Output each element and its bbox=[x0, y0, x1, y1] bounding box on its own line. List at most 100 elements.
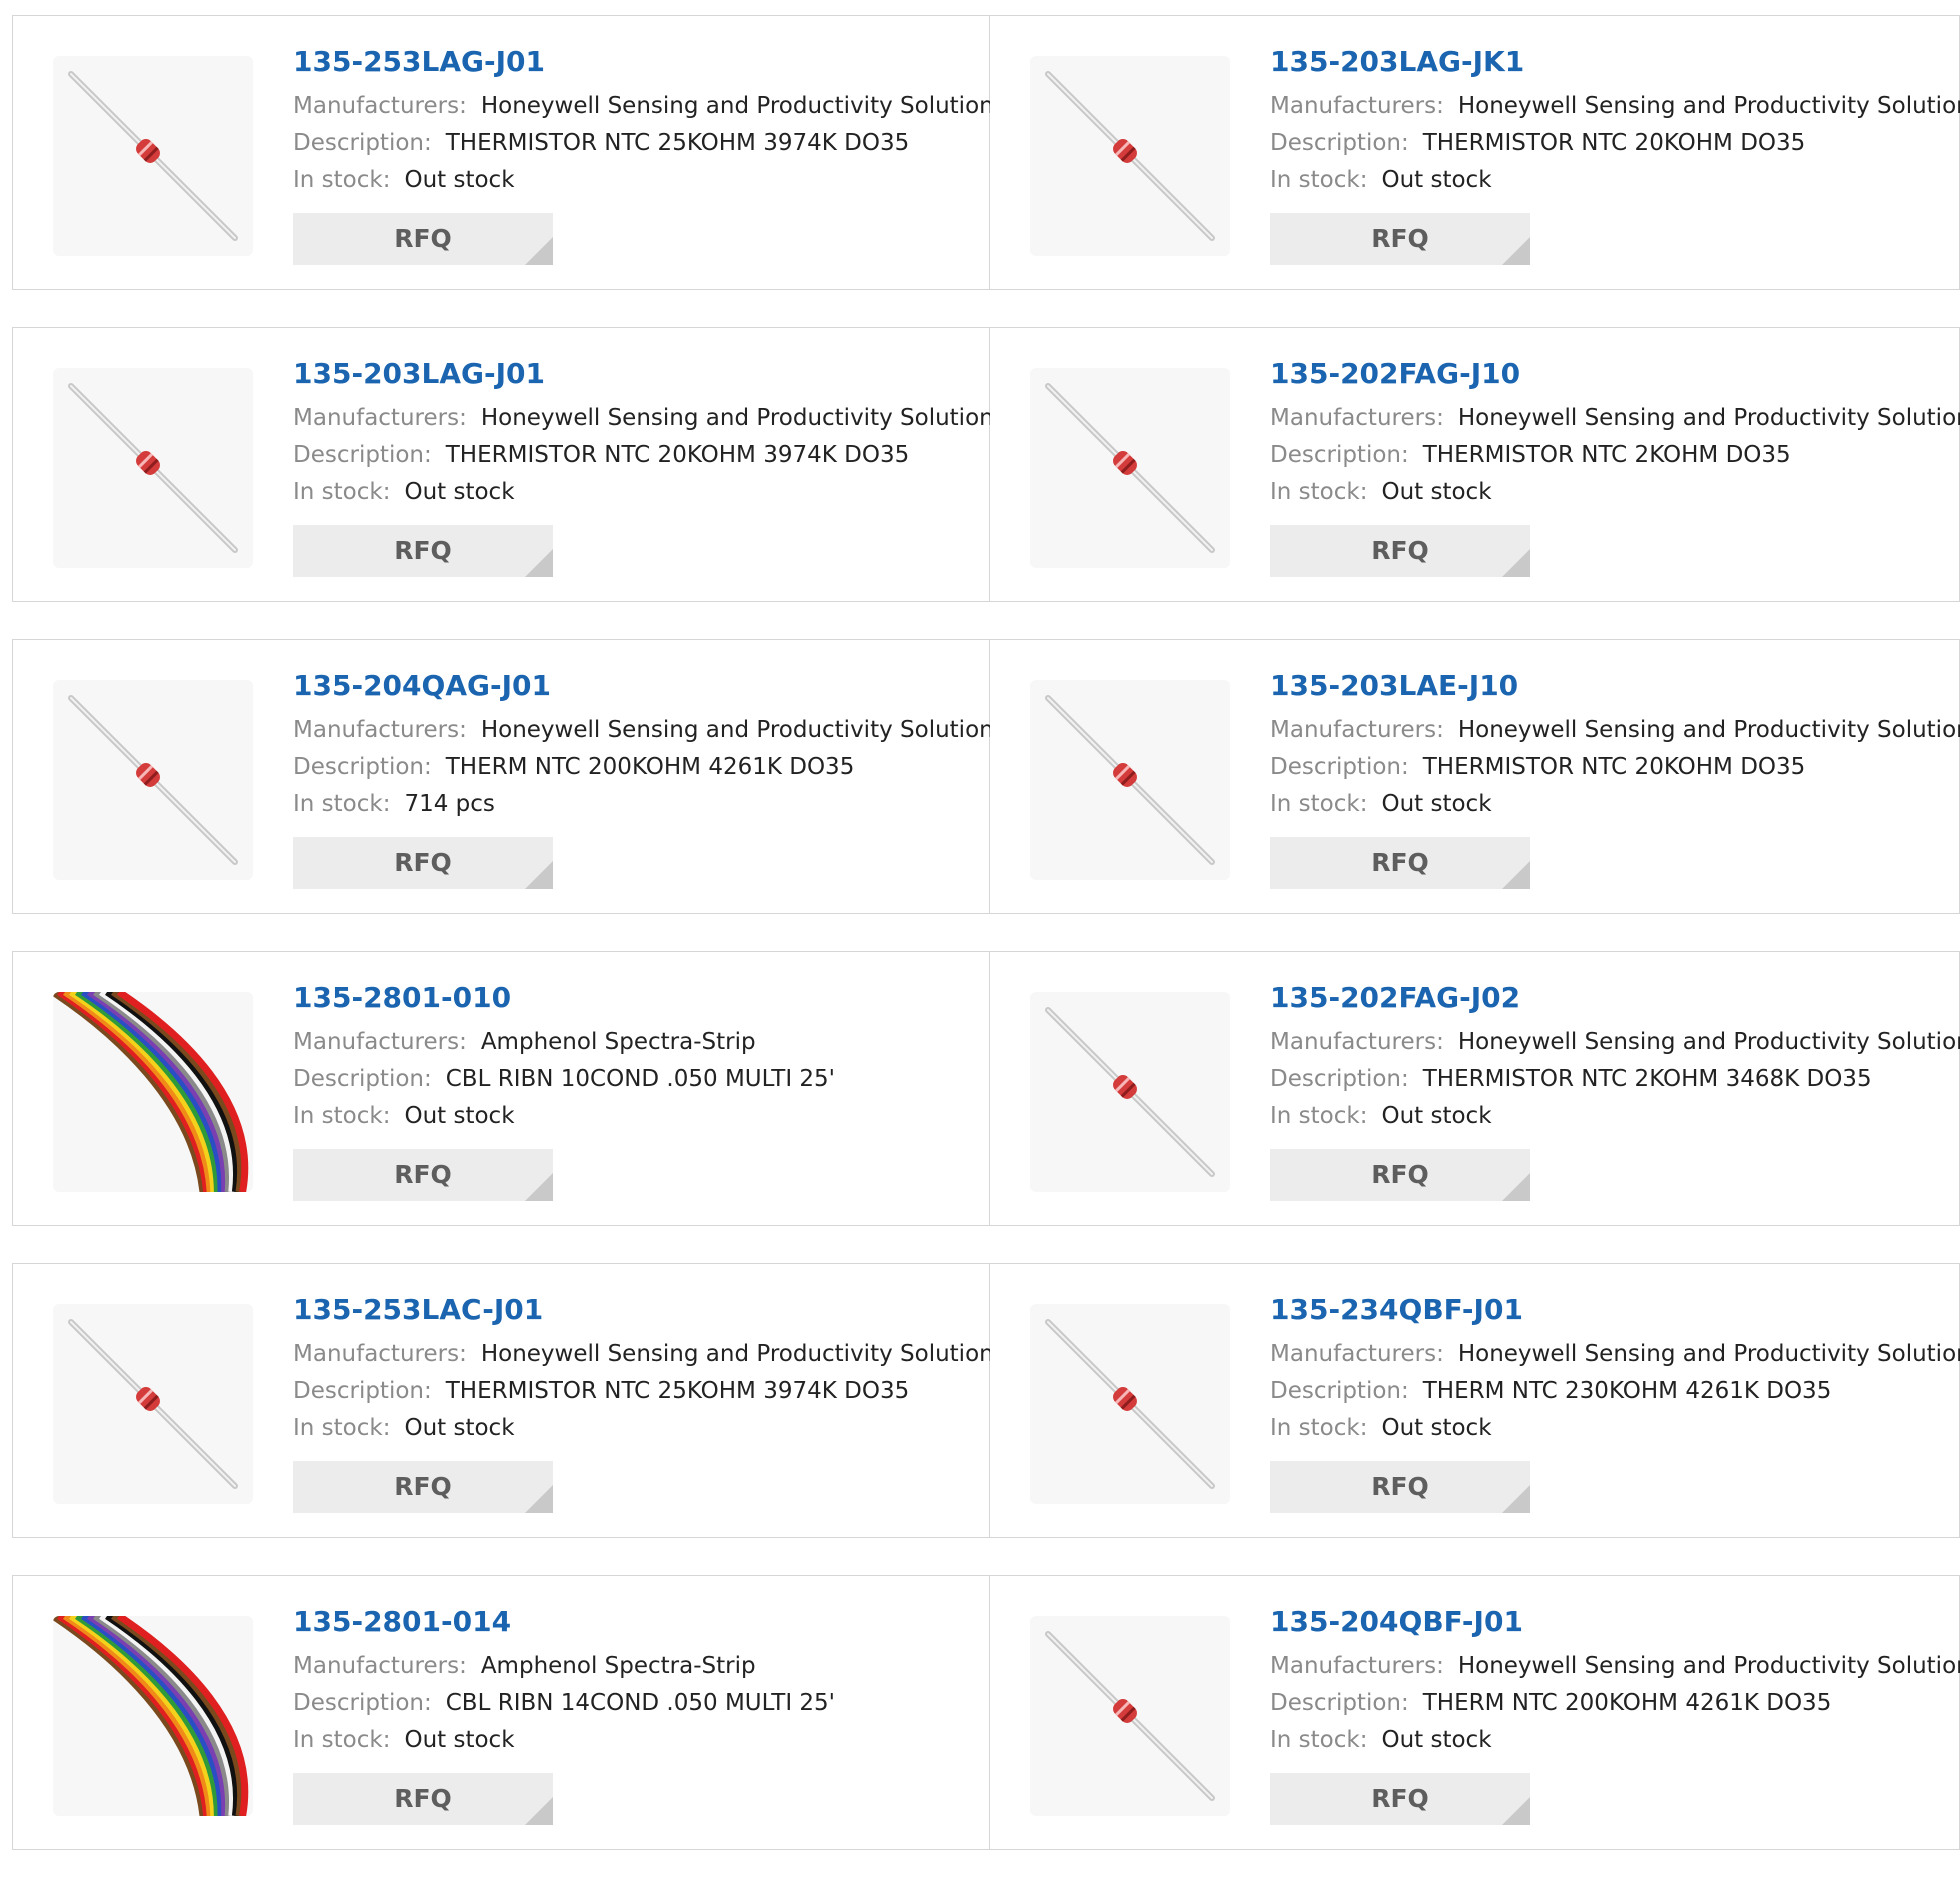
description-label: Description: bbox=[1270, 442, 1409, 468]
rfq-button[interactable]: RFQ bbox=[1270, 1149, 1530, 1201]
description-row: Description: THERMISTOR NTC 25KOHM 3974K … bbox=[293, 1373, 1006, 1410]
product-image[interactable] bbox=[53, 368, 253, 568]
description-value: CBL RIBN 10COND .050 MULTI 25' bbox=[445, 1066, 836, 1092]
stock-label: In stock: bbox=[293, 1103, 391, 1129]
part-number-link[interactable]: 135-202FAG-J02 bbox=[1270, 980, 1960, 1016]
description-label: Description: bbox=[1270, 130, 1409, 156]
stock-value: Out stock bbox=[404, 167, 515, 193]
stock-row: In stock: Out stock bbox=[293, 162, 1006, 199]
manufacturer-value: Honeywell Sensing and Productivity Solut… bbox=[480, 717, 1006, 743]
corner-triangle-icon bbox=[525, 1797, 553, 1825]
part-number-link[interactable]: 135-253LAG-J01 bbox=[293, 44, 1006, 80]
product-info: 135-253LAC-J01 Manufacturers: Honeywell S… bbox=[293, 1292, 1006, 1513]
product-image[interactable] bbox=[1030, 1616, 1230, 1816]
description-label: Description: bbox=[1270, 754, 1409, 780]
manufacturer-label: Manufacturers: bbox=[1270, 405, 1444, 431]
stock-row: In stock: Out stock bbox=[1270, 162, 1960, 199]
manufacturer-label: Manufacturers: bbox=[1270, 1029, 1444, 1055]
product-row: 135-204QAG-J01 Manufacturers: Honeywell S… bbox=[12, 639, 1960, 914]
stock-label: In stock: bbox=[1270, 791, 1368, 817]
rfq-label: RFQ bbox=[1371, 224, 1429, 253]
description-label: Description: bbox=[293, 1378, 432, 1404]
stock-value: Out stock bbox=[404, 1103, 515, 1129]
description-row: Description: CBL RIBN 10COND .050 MULTI 2… bbox=[293, 1061, 835, 1098]
stock-label: In stock: bbox=[1270, 1415, 1368, 1441]
product-image[interactable] bbox=[53, 992, 253, 1192]
product-image[interactable] bbox=[53, 680, 253, 880]
manufacturer-value: Honeywell Sensing and Productivity Solut… bbox=[1457, 717, 1960, 743]
manufacturer-value: Honeywell Sensing and Productivity Solut… bbox=[1457, 405, 1960, 431]
ribbon-cable-icon bbox=[53, 1616, 249, 1816]
stock-row: In stock: Out stock bbox=[293, 1098, 835, 1135]
description-value: THERMISTOR NTC 20KOHM DO35 bbox=[1422, 754, 1806, 780]
product-image[interactable] bbox=[1030, 680, 1230, 880]
product-row: 135-253LAC-J01 Manufacturers: Honeywell S… bbox=[12, 1263, 1960, 1538]
product-card: 135-253LAG-J01 Manufacturers: Honeywell S… bbox=[12, 15, 1006, 290]
manufacturer-row: Manufacturers: Amphenol Spectra-Strip bbox=[293, 1024, 835, 1061]
rfq-button[interactable]: RFQ bbox=[1270, 1461, 1530, 1513]
thermistor-icon bbox=[68, 695, 238, 865]
corner-triangle-icon bbox=[525, 1485, 553, 1513]
stock-row: In stock: Out stock bbox=[1270, 1722, 1960, 1759]
product-card: 135-203LAG-J01 Manufacturers: Honeywell S… bbox=[12, 327, 1006, 602]
part-number-link[interactable]: 135-203LAG-J01 bbox=[293, 356, 1006, 392]
stock-value: 714 pcs bbox=[404, 791, 495, 817]
product-row: 135-203LAG-J01 Manufacturers: Honeywell S… bbox=[12, 327, 1960, 602]
corner-triangle-icon bbox=[1502, 1173, 1530, 1201]
product-info: 135-203LAG-JK1 Manufacturers: Honeywell S… bbox=[1270, 44, 1960, 265]
part-number-link[interactable]: 135-204QAG-J01 bbox=[293, 668, 1006, 704]
rfq-button[interactable]: RFQ bbox=[1270, 1773, 1530, 1825]
part-number-link[interactable]: 135-203LAE-J10 bbox=[1270, 668, 1960, 704]
rfq-button[interactable]: RFQ bbox=[1270, 525, 1530, 577]
rfq-button[interactable]: RFQ bbox=[1270, 837, 1530, 889]
manufacturer-row: Manufacturers: Honeywell Sensing and Prod… bbox=[1270, 712, 1960, 749]
product-image[interactable] bbox=[1030, 368, 1230, 568]
product-info: 135-234QBF-J01 Manufacturers: Honeywell S… bbox=[1270, 1292, 1960, 1513]
product-info: 135-2801-010 Manufacturers: Amphenol Spec… bbox=[293, 980, 835, 1201]
part-number-link[interactable]: 135-253LAC-J01 bbox=[293, 1292, 1006, 1328]
manufacturer-label: Manufacturers: bbox=[293, 1341, 467, 1367]
product-image[interactable] bbox=[53, 1304, 253, 1504]
corner-triangle-icon bbox=[1502, 1797, 1530, 1825]
product-card: 135-2801-014 Manufacturers: Amphenol Spec… bbox=[12, 1575, 990, 1850]
product-info: 135-204QBF-J01 Manufacturers: Honeywell S… bbox=[1270, 1604, 1960, 1825]
thermistor-icon bbox=[1045, 383, 1215, 553]
part-number-link[interactable]: 135-234QBF-J01 bbox=[1270, 1292, 1960, 1328]
manufacturer-value: Amphenol Spectra-Strip bbox=[480, 1653, 756, 1679]
stock-row: In stock: 714 pcs bbox=[293, 786, 1006, 823]
rfq-button[interactable]: RFQ bbox=[1270, 213, 1530, 265]
corner-triangle-icon bbox=[525, 1173, 553, 1201]
product-info: 135-203LAE-J10 Manufacturers: Honeywell S… bbox=[1270, 668, 1960, 889]
part-number-link[interactable]: 135-202FAG-J10 bbox=[1270, 356, 1960, 392]
part-number-link[interactable]: 135-203LAG-JK1 bbox=[1270, 44, 1960, 80]
product-image[interactable] bbox=[1030, 1304, 1230, 1504]
product-image[interactable] bbox=[1030, 56, 1230, 256]
product-image[interactable] bbox=[53, 56, 253, 256]
thermistor-icon bbox=[68, 383, 238, 553]
manufacturer-row: Manufacturers: Honeywell Sensing and Prod… bbox=[293, 88, 1006, 125]
description-label: Description: bbox=[1270, 1378, 1409, 1404]
part-number-link[interactable]: 135-204QBF-J01 bbox=[1270, 1604, 1960, 1640]
description-value: CBL RIBN 14COND .050 MULTI 25' bbox=[445, 1690, 836, 1716]
part-number-link[interactable]: 135-2801-014 bbox=[293, 1604, 835, 1640]
manufacturer-label: Manufacturers: bbox=[293, 93, 467, 119]
manufacturer-label: Manufacturers: bbox=[293, 405, 467, 431]
stock-row: In stock: Out stock bbox=[293, 1410, 1006, 1447]
product-image[interactable] bbox=[1030, 992, 1230, 1192]
product-card: 135-203LAE-J10 Manufacturers: Honeywell S… bbox=[990, 639, 1960, 914]
description-row: Description: THERMISTOR NTC 25KOHM 3974K … bbox=[293, 125, 1006, 162]
rfq-button[interactable]: RFQ bbox=[293, 1773, 553, 1825]
part-number-link[interactable]: 135-2801-010 bbox=[293, 980, 835, 1016]
rfq-button[interactable]: RFQ bbox=[293, 1461, 553, 1513]
rfq-label: RFQ bbox=[1371, 1160, 1429, 1189]
rfq-label: RFQ bbox=[394, 1784, 452, 1813]
rfq-button[interactable]: RFQ bbox=[293, 1149, 553, 1201]
rfq-button[interactable]: RFQ bbox=[293, 525, 553, 577]
thermistor-icon bbox=[1045, 1631, 1215, 1801]
product-image[interactable] bbox=[53, 1616, 253, 1816]
description-label: Description: bbox=[293, 442, 432, 468]
stock-row: In stock: Out stock bbox=[293, 1722, 835, 1759]
description-value: THERM NTC 200KOHM 4261K DO35 bbox=[445, 754, 855, 780]
rfq-button[interactable]: RFQ bbox=[293, 213, 553, 265]
rfq-button[interactable]: RFQ bbox=[293, 837, 553, 889]
